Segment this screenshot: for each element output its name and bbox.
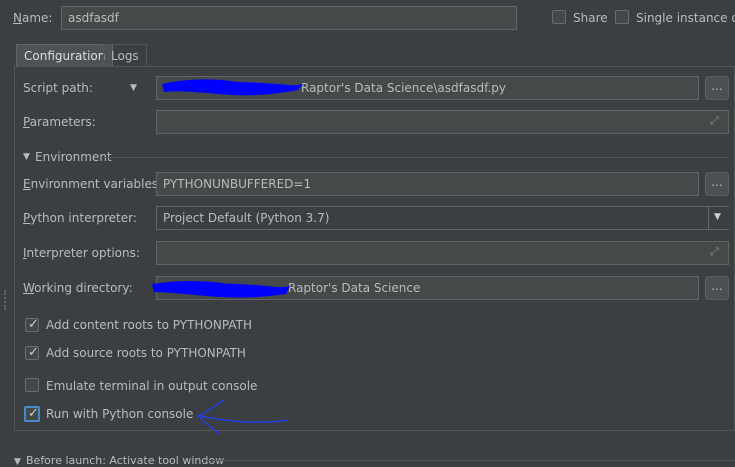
tab-logs[interactable]: Logs <box>103 44 147 66</box>
before-launch-collapse-icon[interactable]: ▼ <box>14 457 21 467</box>
env-vars-label: Environment variables: <box>23 177 163 191</box>
content-roots-checkbox[interactable]: ✓ <box>25 317 39 332</box>
script-path-value: Raptor's Data Science\asdfasdf.py <box>301 81 506 95</box>
environment-section-title: Environment <box>35 150 112 164</box>
env-vars-browse-button[interactable]: ... <box>705 172 729 196</box>
parameters-input[interactable] <box>156 110 729 134</box>
python-console-label: Run with Python console <box>46 407 194 421</box>
parameters-label: Parameters: <box>23 115 96 129</box>
interpreter-label: Python interpreter: <box>23 211 137 225</box>
emulate-terminal-label: Emulate terminal in output console <box>46 379 258 393</box>
source-roots-label: Add source roots to PYTHONPATH <box>46 346 246 360</box>
check-icon: ✓ <box>28 317 39 332</box>
before-launch-title: Before launch: Activate tool window <box>26 454 225 467</box>
script-path-label: Script path: <box>23 81 93 95</box>
working-dir-browse-button[interactable]: ... <box>705 276 729 300</box>
annotation-arrow-icon <box>196 399 289 435</box>
script-path-dropdown-icon[interactable]: ▼ <box>130 83 137 93</box>
env-vars-input[interactable]: PYTHONUNBUFFERED=1 <box>156 172 699 196</box>
before-launch-divider <box>206 460 735 461</box>
working-dir-value: Raptor's Data Science <box>288 281 421 295</box>
interp-options-input[interactable] <box>156 241 729 265</box>
emulate-terminal-checkbox[interactable] <box>25 378 39 392</box>
chevron-down-icon: ▼ <box>714 212 721 222</box>
redaction-scribble-working-dir <box>152 281 290 298</box>
check-icon: ✓ <box>28 406 39 421</box>
tab-configuration[interactable]: Configuration <box>16 44 114 66</box>
source-roots-checkbox[interactable]: ✓ <box>25 345 39 360</box>
environment-collapse-icon[interactable]: ▼ <box>23 152 30 162</box>
single-instance-checkbox[interactable] <box>615 10 629 24</box>
script-path-browse-button[interactable]: ... <box>705 76 729 100</box>
redaction-scribble-script-path <box>162 79 303 96</box>
expand-icon[interactable]: ⤢ <box>710 245 719 259</box>
share-label: Share <box>573 11 608 25</box>
interpreter-select[interactable]: Project Default (Python 3.7) <box>156 206 729 230</box>
interpreter-dropdown-button[interactable]: ▼ <box>708 207 729 229</box>
name-input[interactable]: asdfasdf <box>61 6 517 30</box>
environment-divider <box>104 157 729 158</box>
check-icon: ✓ <box>28 345 39 360</box>
single-instance-label: Single instance onl <box>636 11 735 25</box>
splitter-handle[interactable] <box>4 290 8 310</box>
python-console-checkbox[interactable]: ✓ <box>24 406 40 422</box>
share-checkbox[interactable] <box>552 10 566 24</box>
interp-options-label: Interpreter options: <box>23 246 140 260</box>
working-dir-label: Working directory: <box>23 281 133 295</box>
name-label: Name: <box>13 11 53 25</box>
content-roots-label: Add content roots to PYTHONPATH <box>46 318 252 332</box>
expand-icon[interactable]: ⤢ <box>710 114 719 128</box>
